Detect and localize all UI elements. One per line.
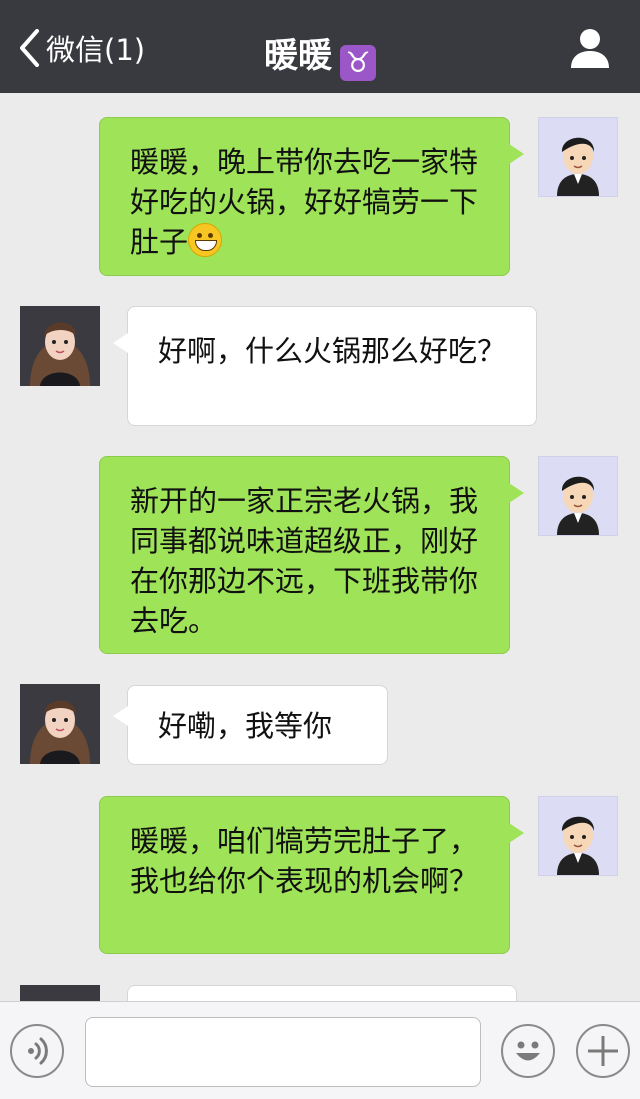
received-message-bubble[interactable]: 好啊，什么火锅那么好吃？ <box>113 306 537 426</box>
plus-icon <box>588 1036 618 1066</box>
my-avatar[interactable] <box>538 117 618 197</box>
voice-icon <box>28 1037 48 1065</box>
sent-message-bubble[interactable]: 新开的一家正宗老火锅，我同事都说味道超级正，刚好在你那边不远，下班我带你去吃。 <box>99 456 524 654</box>
contact-photo-icon <box>20 306 100 386</box>
my-avatar[interactable] <box>538 456 618 536</box>
received-message-bubble[interactable]: 好嘞，我等你 <box>113 685 388 765</box>
my-avatar[interactable] <box>538 796 618 876</box>
input-bar <box>0 1001 640 1099</box>
emoji-button[interactable] <box>501 1024 555 1078</box>
contact-avatar[interactable] <box>20 306 100 386</box>
contact-avatar[interactable] <box>20 684 100 764</box>
received-message-bubble[interactable] <box>127 985 517 1001</box>
chat-title: 暖暖 ♉ <box>0 28 640 81</box>
contact-photo-icon <box>20 684 100 764</box>
message-input[interactable] <box>85 1017 481 1087</box>
message-list[interactable]: 暖暖，晚上带你去吃一家特好吃的火锅，好好犒劳一下肚子 好啊，什么火锅那么好吃？ <box>0 93 640 1001</box>
cartoon-man-icon <box>539 118 617 196</box>
message-text: 新开的一家正宗老火锅，我同事都说味道超级正，刚好在你那边不远，下班我带你去吃。 <box>130 484 479 638</box>
contact-profile-button[interactable] <box>566 26 614 70</box>
contact-name: 暖暖 <box>264 36 332 76</box>
cartoon-man-icon <box>539 797 617 875</box>
message-text: 好啊，什么火锅那么好吃？ <box>158 334 507 368</box>
taurus-badge-icon: ♉ <box>340 45 376 81</box>
contact-photo-icon <box>20 985 100 1001</box>
top-bar: 微信(1) 暖暖 ♉ <box>0 0 640 93</box>
message-text: 暖暖，晚上带你去吃一家特好吃的火锅，好好犒劳一下肚子 <box>130 145 479 259</box>
message-text: 好嘞，我等你 <box>158 709 333 743</box>
more-button[interactable] <box>576 1024 630 1078</box>
sent-message-bubble[interactable]: 暖暖，晚上带你去吃一家特好吃的火锅，好好犒劳一下肚子 <box>99 117 524 276</box>
grin-emoji-icon <box>188 223 223 257</box>
person-icon <box>571 29 609 68</box>
message-text: 暖暖，咱们犒劳完肚子了，我也给你个表现的机会啊？ <box>130 824 479 898</box>
emoji-icon <box>516 1041 540 1061</box>
contact-avatar[interactable] <box>20 985 100 1001</box>
voice-button[interactable] <box>10 1024 64 1078</box>
sent-message-bubble[interactable]: 暖暖，咱们犒劳完肚子了，我也给你个表现的机会啊？ <box>99 796 524 954</box>
cartoon-man-icon <box>539 457 617 535</box>
